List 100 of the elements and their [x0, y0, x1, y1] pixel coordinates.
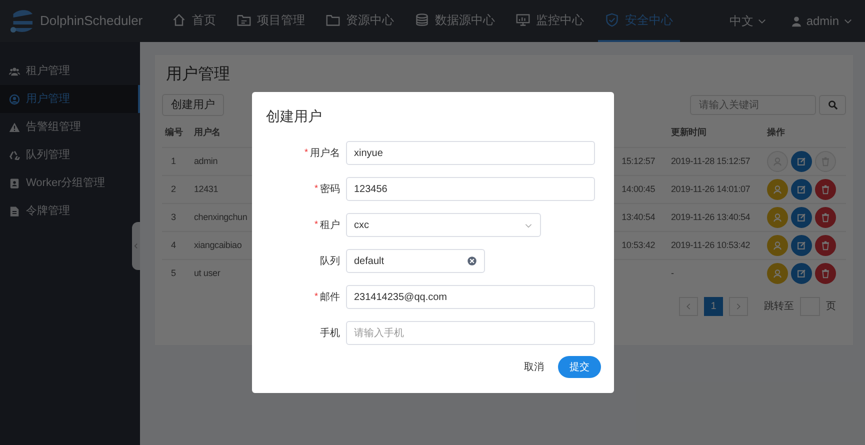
sidebar-item[interactable]: 用户管理: [0, 85, 140, 113]
table-cell-text: 13:40:54: [622, 210, 656, 224]
database-icon: [415, 13, 429, 27]
home-icon: [172, 13, 186, 27]
table-cell-text: xiangcaibiao: [194, 238, 242, 252]
document-icon: [9, 206, 20, 216]
user-icon: [791, 16, 802, 26]
chevron-left-icon: [133, 242, 139, 250]
table-cell-text: 14:00:45: [622, 182, 656, 196]
field-label: 队列: [320, 254, 340, 268]
sidebar-item[interactable]: 队列管理: [0, 141, 140, 169]
required-asterisk: *: [314, 182, 318, 196]
nav-tab[interactable]: 监控中心: [509, 0, 591, 42]
action-button[interactable]: [791, 207, 812, 228]
action-button[interactable]: [791, 263, 812, 284]
field-label: 密码: [320, 182, 340, 196]
nav-tab[interactable]: 资源中心: [319, 0, 401, 42]
field-label: 手机: [320, 326, 340, 340]
nav-tab[interactable]: 数据源中心: [408, 0, 502, 42]
table-cell-text: 1: [170, 154, 177, 168]
user-icon: [772, 184, 783, 195]
search-icon: [828, 100, 838, 110]
users-icon: [9, 66, 20, 76]
trash-icon: [820, 212, 831, 223]
action-button[interactable]: [767, 235, 788, 256]
id-badge-icon: [9, 178, 20, 188]
page-button[interactable]: 1: [704, 297, 723, 316]
table-cell-text: 2019-11-28 15:12:57: [671, 154, 752, 168]
column-header: 更新时间: [671, 126, 708, 140]
user-circle-icon: [9, 94, 20, 104]
user-icon: [772, 212, 783, 223]
required-asterisk: *: [314, 218, 318, 232]
table-cell-text: 3: [170, 210, 177, 224]
language-menu[interactable]: 中文: [729, 12, 768, 30]
page-title: 用户管理: [165, 64, 231, 85]
edit-icon: [796, 212, 807, 223]
chevron-left-icon: [685, 303, 692, 310]
table-cell-text: 2019-11-26 13:40:54: [671, 210, 752, 224]
create-user-button[interactable]: 创建用户: [162, 94, 224, 116]
column-header: 编号: [164, 126, 184, 140]
trash-icon: [820, 184, 831, 195]
recycle-icon: [9, 150, 20, 160]
folder-icon: [326, 13, 340, 27]
trash-icon: [820, 268, 831, 279]
collapse-handle[interactable]: [132, 222, 140, 270]
action-button[interactable]: [791, 235, 812, 256]
table-cell-text: 2019-11-26 10:53:42: [671, 238, 752, 252]
chevron-right-icon: [735, 303, 742, 310]
search-field[interactable]: 请输入关键词: [690, 95, 816, 115]
monitor-icon: [516, 13, 530, 27]
action-button[interactable]: [767, 207, 788, 228]
input-field[interactable]: xinyue: [346, 141, 595, 165]
edit-icon: [796, 268, 807, 279]
required-asterisk: *: [314, 290, 318, 304]
action-button[interactable]: [767, 179, 788, 200]
input-field[interactable]: 123456: [346, 177, 595, 201]
sidebar-item[interactable]: Worker分组管理: [0, 169, 140, 197]
logo-text: DolphinScheduler: [40, 12, 143, 30]
nav-tab[interactable]: 首页: [165, 0, 223, 42]
table-cell-text: ut user: [194, 266, 220, 280]
clear-icon: [467, 256, 477, 266]
table-cell-text: 2019-11-26 14:01:07: [671, 182, 752, 196]
table-cell-text: 15:12:57: [622, 154, 656, 168]
action-button[interactable]: [815, 263, 836, 284]
action-button[interactable]: [791, 179, 812, 200]
input-field[interactable]: 请输入手机: [346, 321, 595, 345]
table-cell-text: 12431: [194, 182, 218, 196]
user-menu[interactable]: admin: [791, 12, 853, 30]
action-button[interactable]: [791, 151, 812, 172]
jump-label: 跳转至: [764, 300, 794, 314]
sidebar-item[interactable]: 租户管理: [0, 57, 140, 85]
column-header: 操作: [767, 126, 786, 140]
action-button[interactable]: [815, 179, 836, 200]
cancel-button[interactable]: 取消: [524, 360, 544, 374]
dialog-title: 创建用户: [266, 107, 323, 126]
nav-tab[interactable]: 安全中心: [598, 0, 680, 42]
edit-icon: [796, 184, 807, 195]
folder-list-icon: [237, 13, 251, 27]
table-cell-text: 4: [170, 238, 177, 252]
queue-field[interactable]: default: [346, 249, 485, 273]
input-field[interactable]: 231414235@qq.com: [346, 285, 595, 309]
action-button[interactable]: [815, 235, 836, 256]
search-button[interactable]: [819, 95, 846, 115]
table-cell-text: -: [671, 266, 675, 280]
table-cell-text: 10:53:42: [622, 238, 656, 252]
page-unit-label: 页: [826, 300, 836, 314]
submit-button[interactable]: 提交: [558, 356, 601, 378]
action-button[interactable]: [767, 263, 788, 284]
table-cell-text: admin: [194, 154, 218, 168]
action-button[interactable]: [815, 207, 836, 228]
field-label: 租户: [320, 218, 340, 232]
required-asterisk: *: [304, 146, 308, 160]
trash-icon: [820, 240, 831, 251]
field-label: 用户名: [310, 146, 340, 160]
table-cell-text: chenxingchun: [194, 210, 248, 224]
edit-icon: [796, 156, 807, 167]
user-icon: [772, 240, 783, 251]
sidebar-item[interactable]: 告警组管理: [0, 113, 140, 141]
select-field[interactable]: cxc: [346, 213, 541, 237]
nav-tab[interactable]: 项目管理: [230, 0, 312, 42]
